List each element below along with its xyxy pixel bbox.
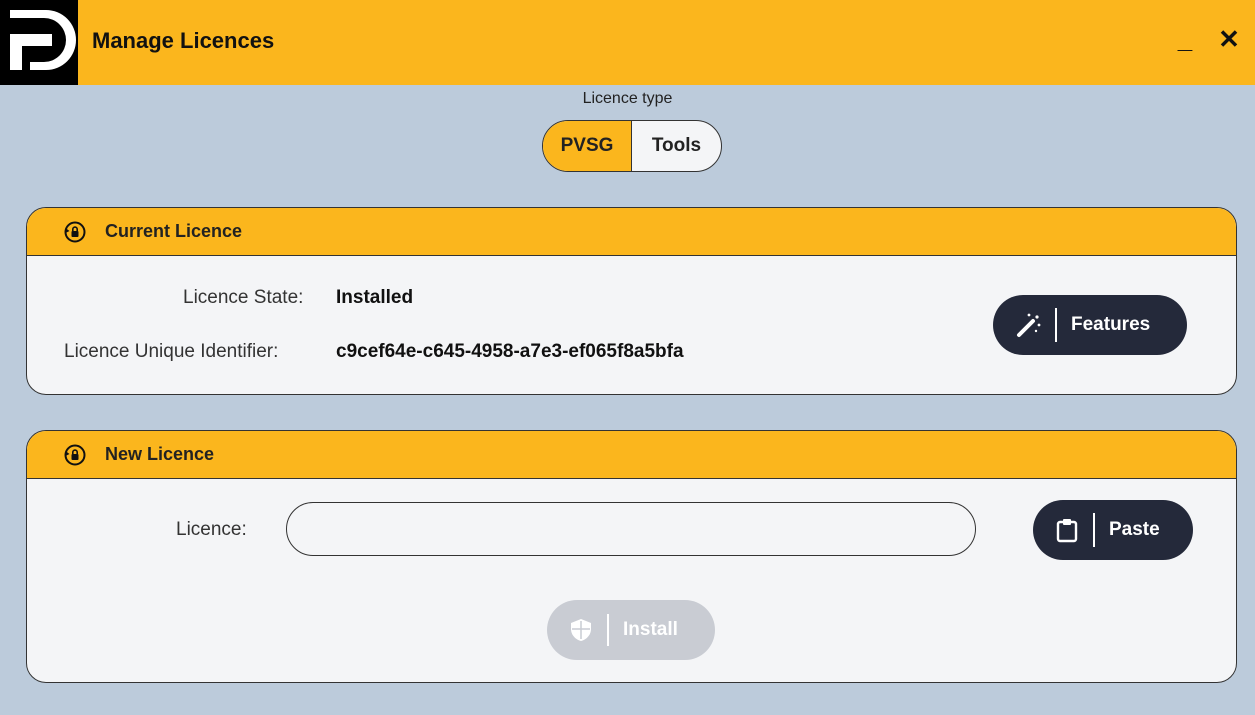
close-button[interactable]: ✕ bbox=[1212, 22, 1246, 56]
app-logo-icon bbox=[0, 0, 78, 85]
new-licence-header: New Licence bbox=[27, 431, 1236, 479]
licence-input[interactable] bbox=[286, 502, 976, 556]
lock-refresh-icon bbox=[64, 444, 86, 465]
toggle-option-tools[interactable]: Tools bbox=[632, 121, 721, 171]
title-bar: Manage Licences _ ✕ bbox=[0, 0, 1255, 85]
button-separator bbox=[607, 614, 609, 646]
current-licence-header: Current Licence bbox=[27, 208, 1236, 256]
lock-refresh-icon bbox=[64, 221, 86, 242]
install-button-label: Install bbox=[623, 619, 678, 640]
current-licence-title: Current Licence bbox=[105, 221, 243, 241]
paste-button-label: Paste bbox=[1109, 519, 1160, 540]
button-separator bbox=[1055, 308, 1057, 342]
minimize-button[interactable]: _ bbox=[1168, 22, 1202, 56]
licence-input-label: Licence: bbox=[176, 519, 247, 540]
toggle-option-pvsg[interactable]: PVSG bbox=[543, 121, 632, 171]
button-separator bbox=[1093, 513, 1095, 547]
features-button[interactable]: Features bbox=[993, 295, 1187, 355]
paste-button[interactable]: Paste bbox=[1033, 500, 1193, 560]
install-button[interactable]: Install bbox=[547, 600, 715, 660]
clipboard-icon bbox=[1047, 517, 1087, 543]
features-button-label: Features bbox=[1071, 314, 1151, 335]
new-licence-title: New Licence bbox=[105, 444, 215, 464]
licence-state-value: Installed bbox=[336, 287, 414, 308]
licence-type-toggle: PVSG Tools bbox=[542, 120, 722, 172]
licence-uid-value: c9cef64e-c645-4958-a7e3-ef065f8a5bfa bbox=[336, 341, 684, 362]
licence-state-label: Licence State: bbox=[183, 287, 304, 308]
window-title: Manage Licences bbox=[92, 28, 275, 53]
shield-icon bbox=[561, 617, 601, 643]
licence-uid-label: Licence Unique Identifier: bbox=[64, 341, 279, 362]
licence-type-label: Licence type bbox=[582, 90, 673, 107]
magic-wand-icon bbox=[1009, 311, 1049, 339]
